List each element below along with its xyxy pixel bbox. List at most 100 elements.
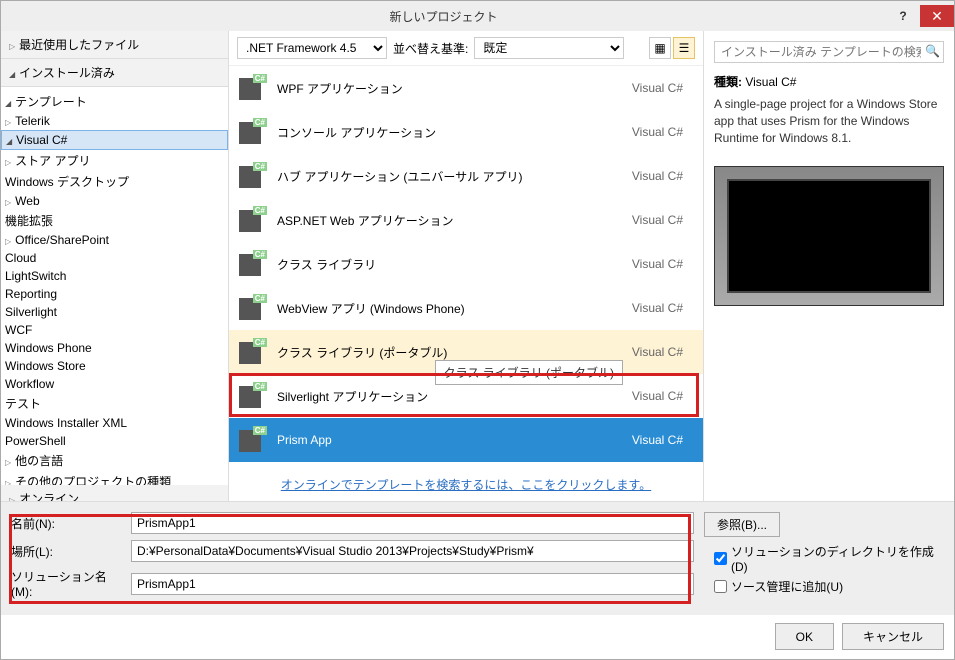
template-lang: Visual C# bbox=[632, 169, 693, 183]
search-icon[interactable]: 🔍 bbox=[925, 44, 940, 58]
tree-other-lang[interactable]: 他の言語 bbox=[1, 450, 228, 471]
template-item[interactable]: C# クラス ライブラリ Visual C# bbox=[229, 242, 703, 286]
template-item[interactable]: C# WebView アプリ (Windows Phone) Visual C# bbox=[229, 286, 703, 330]
template-item[interactable]: C# WPF アプリケーション Visual C# bbox=[229, 66, 703, 110]
chevron-right-icon bbox=[5, 454, 11, 468]
tree-silverlight[interactable]: Silverlight bbox=[1, 303, 228, 321]
installed-label: インストール済み bbox=[19, 64, 115, 81]
online-search-link[interactable]: オンラインでテンプレートを検索するには、ここをクリックします。 bbox=[229, 468, 703, 501]
template-lang: Visual C# bbox=[632, 433, 693, 447]
chevron-right-icon bbox=[5, 154, 11, 168]
sidebar: 最近使用したファイル インストール済み テンプレート Telerik Visua… bbox=[1, 31, 229, 501]
template-lang: Visual C# bbox=[632, 257, 693, 271]
template-name: Prism App bbox=[277, 433, 622, 447]
template-item[interactable]: C# コンソール アプリケーション Visual C# bbox=[229, 110, 703, 154]
template-lang: Visual C# bbox=[632, 389, 693, 403]
installed-section[interactable]: インストール済み bbox=[1, 59, 228, 87]
template-icon: C# bbox=[239, 382, 267, 410]
name-input[interactable] bbox=[131, 512, 694, 534]
tree-windows-phone[interactable]: Windows Phone bbox=[1, 339, 228, 357]
dialog-buttons: OK キャンセル bbox=[1, 615, 954, 658]
chevron-right-icon bbox=[5, 475, 11, 486]
tree-other-proj[interactable]: その他のプロジェクトの種類 bbox=[1, 471, 228, 485]
template-lang: Visual C# bbox=[632, 213, 693, 227]
template-icon: C# bbox=[239, 162, 267, 190]
type-label: 種類: bbox=[714, 75, 742, 89]
solution-input[interactable] bbox=[131, 573, 694, 595]
tree-store-app[interactable]: ストア アプリ bbox=[1, 150, 228, 171]
chevron-right-icon bbox=[9, 38, 15, 52]
tree-telerik[interactable]: Telerik bbox=[1, 112, 228, 130]
bottom-panel: 名前(N): 場所(L): ソリューション名(M): 参照(B)... ソリュー… bbox=[1, 501, 954, 615]
name-label: 名前(N): bbox=[11, 515, 121, 532]
sort-label: 並べ替え基準: bbox=[393, 40, 468, 57]
template-icon: C# bbox=[239, 250, 267, 278]
help-icon[interactable]: ? bbox=[886, 5, 920, 27]
cancel-button[interactable]: キャンセル bbox=[842, 623, 944, 650]
tree-feature-ext[interactable]: 機能拡張 bbox=[1, 210, 228, 231]
template-panel: .NET Framework 4.5 並べ替え基準: 既定 ▦ ☰ C# WPF… bbox=[229, 31, 704, 501]
view-list-icon[interactable]: ☰ bbox=[673, 37, 695, 59]
template-item[interactable]: C# クラス ライブラリ (ポータブル) Visual C#クラス ライブラリ … bbox=[229, 330, 703, 374]
tooltip: クラス ライブラリ (ポータブル) bbox=[435, 360, 623, 385]
create-dir-checkbox[interactable]: ソリューションのディレクトリを作成(D) bbox=[714, 543, 944, 574]
template-item[interactable]: C# Prism App using Unity Visual C# bbox=[229, 462, 703, 468]
solution-label: ソリューション名(M): bbox=[11, 568, 121, 599]
tree-visual-csharp[interactable]: Visual C# bbox=[1, 130, 228, 150]
chevron-down-icon bbox=[5, 95, 11, 109]
description-text: A single-page project for a Windows Stor… bbox=[714, 96, 944, 146]
view-toggle: ▦ ☰ bbox=[649, 37, 695, 59]
tree-workflow[interactable]: Workflow bbox=[1, 375, 228, 393]
template-lang: Visual C# bbox=[632, 81, 693, 95]
template-lang: Visual C# bbox=[632, 301, 693, 315]
template-icon: C# bbox=[239, 118, 267, 146]
template-name: クラス ライブラリ bbox=[277, 256, 622, 273]
location-label: 場所(L): bbox=[11, 543, 121, 560]
add-source-checkbox[interactable]: ソース管理に追加(U) bbox=[714, 578, 944, 595]
framework-select[interactable]: .NET Framework 4.5 bbox=[237, 37, 387, 59]
window-title: 新しいプロジェクト bbox=[1, 8, 886, 25]
chevron-right-icon bbox=[5, 233, 11, 247]
template-icon: C# bbox=[239, 74, 267, 102]
location-input[interactable] bbox=[131, 540, 694, 562]
template-lang: Visual C# bbox=[632, 345, 693, 359]
tree-test[interactable]: テスト bbox=[1, 393, 228, 414]
sort-select[interactable]: 既定 bbox=[474, 37, 624, 59]
template-name: Silverlight アプリケーション bbox=[277, 388, 622, 405]
preview-image bbox=[714, 166, 944, 306]
center-toolbar: .NET Framework 4.5 並べ替え基準: 既定 ▦ ☰ bbox=[229, 31, 703, 66]
template-item[interactable]: C# Prism App Visual C# bbox=[229, 418, 703, 462]
recent-section[interactable]: 最近使用したファイル bbox=[1, 31, 228, 59]
tree-powershell[interactable]: PowerShell bbox=[1, 432, 228, 450]
template-item[interactable]: C# ハブ アプリケーション (ユニバーサル アプリ) Visual C# bbox=[229, 154, 703, 198]
tree-templates[interactable]: テンプレート bbox=[1, 91, 228, 112]
close-icon[interactable]: ✕ bbox=[920, 5, 954, 27]
browse-button[interactable]: 参照(B)... bbox=[704, 512, 780, 537]
tree-wcf[interactable]: WCF bbox=[1, 321, 228, 339]
template-list: C# WPF アプリケーション Visual C#C# コンソール アプリケーシ… bbox=[229, 66, 703, 468]
tree-office-sp[interactable]: Office/SharePoint bbox=[1, 231, 228, 249]
template-icon: C# bbox=[239, 426, 267, 454]
chevron-right-icon bbox=[5, 114, 11, 128]
view-small-icon[interactable]: ▦ bbox=[649, 37, 671, 59]
tree-windows-desktop[interactable]: Windows デスクトップ bbox=[1, 171, 228, 192]
titlebar: 新しいプロジェクト ? ✕ bbox=[1, 1, 954, 31]
template-name: コンソール アプリケーション bbox=[277, 124, 622, 141]
tree-lightswitch[interactable]: LightSwitch bbox=[1, 267, 228, 285]
search-input[interactable] bbox=[714, 41, 944, 63]
chevron-right-icon bbox=[5, 194, 11, 208]
template-name: WebView アプリ (Windows Phone) bbox=[277, 300, 622, 317]
ok-button[interactable]: OK bbox=[775, 623, 834, 650]
template-icon: C# bbox=[239, 206, 267, 234]
tree-reporting[interactable]: Reporting bbox=[1, 285, 228, 303]
tree-windows-store[interactable]: Windows Store bbox=[1, 357, 228, 375]
template-item[interactable]: C# ASP.NET Web アプリケーション Visual C# bbox=[229, 198, 703, 242]
details-panel: 🔍 種類: Visual C# A single-page project fo… bbox=[704, 31, 954, 501]
template-name: ハブ アプリケーション (ユニバーサル アプリ) bbox=[277, 168, 622, 185]
tree-installer-xml[interactable]: Windows Installer XML bbox=[1, 414, 228, 432]
template-lang: Visual C# bbox=[632, 125, 693, 139]
tree-cloud[interactable]: Cloud bbox=[1, 249, 228, 267]
template-tree: テンプレート Telerik Visual C# ストア アプリ Windows… bbox=[1, 87, 228, 485]
tree-web[interactable]: Web bbox=[1, 192, 228, 210]
type-value: Visual C# bbox=[745, 75, 796, 89]
